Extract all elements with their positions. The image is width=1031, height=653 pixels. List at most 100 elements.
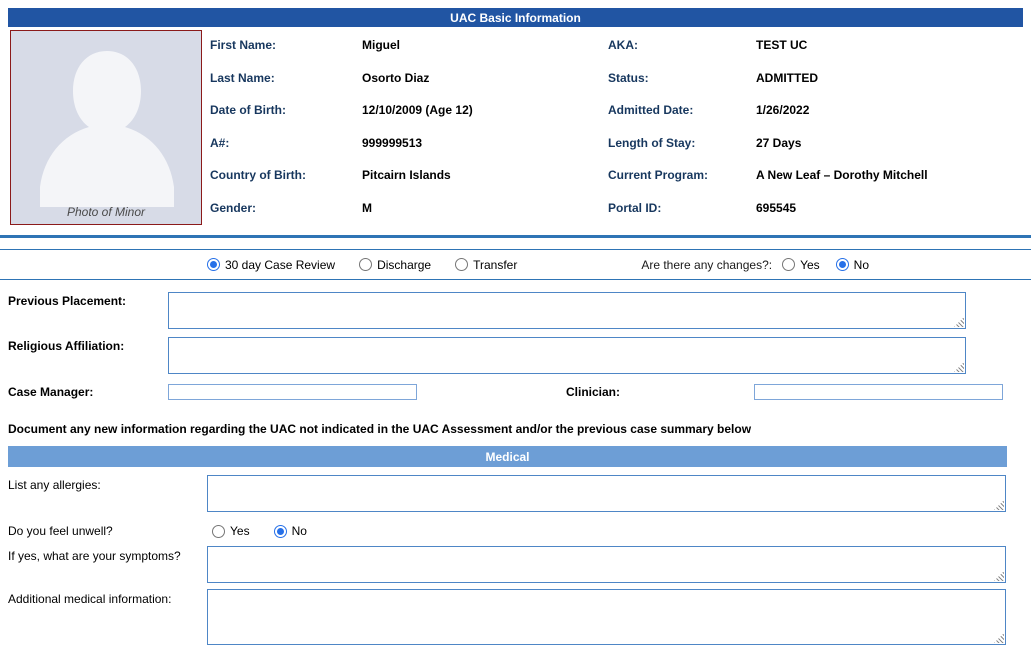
religious-affiliation-textarea[interactable] xyxy=(168,337,966,374)
thirty-day-case-review-radio[interactable] xyxy=(207,258,220,271)
portal-id-value: 695545 xyxy=(756,201,796,215)
basic-info-header: UAC Basic Information xyxy=(8,8,1023,27)
clinician-label: Clinician: xyxy=(566,385,754,399)
length-of-stay-label: Length of Stay: xyxy=(608,136,756,150)
allergies-row: List any allergies: xyxy=(8,475,1023,512)
previous-placement-field xyxy=(168,292,966,329)
symptoms-field xyxy=(207,546,1006,583)
case-manager-label: Case Manager: xyxy=(8,385,168,399)
date-of-birth-label: Date of Birth: xyxy=(210,103,362,117)
additional-medical-row: Additional medical information: xyxy=(8,589,1023,645)
field-first-name: First Name: Miguel xyxy=(210,38,602,52)
photo-caption: Photo of Minor xyxy=(11,205,201,219)
discharge-radio[interactable] xyxy=(359,258,372,271)
option-discharge[interactable]: Discharge xyxy=(359,258,431,272)
current-program-value: A New Leaf – Dorothy Mitchell xyxy=(756,168,928,182)
unwell-option-yes[interactable]: Yes xyxy=(212,524,250,538)
field-length-of-stay: Length of Stay: 27 Days xyxy=(608,136,1015,150)
allergies-textarea[interactable] xyxy=(207,475,1006,512)
transfer-radio[interactable] xyxy=(455,258,468,271)
unwell-no-label: No xyxy=(292,524,307,538)
unwell-yes-label: Yes xyxy=(230,524,250,538)
religious-affiliation-row: Religious Affiliation: xyxy=(8,337,1023,374)
field-portal-id: Portal ID: 695545 xyxy=(608,201,1015,215)
field-current-program: Current Program: A New Leaf – Dorothy Mi… xyxy=(608,168,1015,182)
field-last-name: Last Name: Osorto Diaz xyxy=(210,71,602,85)
thirty-day-case-review-label: 30 day Case Review xyxy=(225,258,335,272)
a-number-label: A#: xyxy=(210,136,362,150)
transfer-label: Transfer xyxy=(473,258,517,272)
review-type-options: 30 day Case Review Discharge Transfer xyxy=(207,258,541,272)
allergies-label: List any allergies: xyxy=(8,475,207,512)
previous-placement-textarea[interactable] xyxy=(168,292,966,329)
status-value: ADMITTED xyxy=(756,71,818,85)
document-instruction-text: Document any new information regarding t… xyxy=(8,422,1023,436)
country-of-birth-value: Pitcairn Islands xyxy=(362,168,451,182)
date-of-birth-value: 12/10/2009 (Age 12) xyxy=(362,103,473,117)
basic-info-right-column: AKA: TEST UC Status: ADMITTED Admitted D… xyxy=(608,30,1015,227)
divider xyxy=(0,279,1031,280)
uac-case-review-page: UAC Basic Information Photo of Minor Fir… xyxy=(0,0,1031,653)
a-number-value: 999999513 xyxy=(362,136,422,150)
admitted-date-value: 1/26/2022 xyxy=(756,103,809,117)
additional-medical-label: Additional medical information: xyxy=(8,589,207,645)
unwell-no-radio[interactable] xyxy=(274,525,287,538)
religious-affiliation-label: Religious Affiliation: xyxy=(8,337,168,374)
changes-no-radio[interactable] xyxy=(836,258,849,271)
medical-header: Medical xyxy=(8,446,1007,467)
last-name-value: Osorto Diaz xyxy=(362,71,429,85)
length-of-stay-value: 27 Days xyxy=(756,136,801,150)
previous-placement-row: Previous Placement: xyxy=(8,292,1023,329)
current-program-label: Current Program: xyxy=(608,168,756,182)
changes-option-no[interactable]: No xyxy=(836,258,869,272)
field-gender: Gender: M xyxy=(210,201,602,215)
symptoms-row: If yes, what are your symptoms? xyxy=(8,546,1023,583)
unwell-yes-radio[interactable] xyxy=(212,525,225,538)
status-label: Status: xyxy=(608,71,756,85)
unwell-option-no[interactable]: No xyxy=(274,524,307,538)
symptoms-label: If yes, what are your symptoms? xyxy=(8,546,207,583)
admitted-date-label: Admitted Date: xyxy=(608,103,756,117)
first-name-label: First Name: xyxy=(210,38,362,52)
gender-label: Gender: xyxy=(210,201,362,215)
unwell-row: Do you feel unwell? Yes No xyxy=(8,522,1023,540)
symptoms-textarea[interactable] xyxy=(207,546,1006,583)
changes-yes-radio[interactable] xyxy=(782,258,795,271)
additional-medical-textarea[interactable] xyxy=(207,589,1006,645)
portal-id-label: Portal ID: xyxy=(608,201,756,215)
aka-value: TEST UC xyxy=(756,38,807,52)
field-date-of-birth: Date of Birth: 12/10/2009 (Age 12) xyxy=(210,103,602,117)
option-transfer[interactable]: Transfer xyxy=(455,258,517,272)
aka-label: AKA: xyxy=(608,38,756,52)
any-changes-question: Are there any changes?: xyxy=(641,258,772,272)
last-name-label: Last Name: xyxy=(210,71,362,85)
gender-value: M xyxy=(362,201,372,215)
medical-title: Medical xyxy=(485,450,529,464)
additional-medical-field xyxy=(207,589,1006,645)
option-30-day-case-review[interactable]: 30 day Case Review xyxy=(207,258,335,272)
case-manager-input[interactable] xyxy=(168,384,417,400)
minor-photo: Photo of Minor xyxy=(10,30,202,225)
review-type-row: 30 day Case Review Discharge Transfer Ar… xyxy=(8,250,1023,279)
field-a-number: A#: 999999513 xyxy=(210,136,602,150)
basic-info-left-column: First Name: Miguel Last Name: Osorto Dia… xyxy=(210,30,602,227)
case-manager-clinician-row: Case Manager: Clinician: xyxy=(8,384,1023,400)
changes-yes-label: Yes xyxy=(800,258,820,272)
basic-info-title: UAC Basic Information xyxy=(450,11,581,25)
field-status: Status: ADMITTED xyxy=(608,71,1015,85)
any-changes-group: Are there any changes?: Yes No xyxy=(641,258,885,272)
changes-option-yes[interactable]: Yes xyxy=(782,258,820,272)
person-silhouette-icon xyxy=(11,31,202,207)
allergies-field xyxy=(207,475,1006,512)
country-of-birth-label: Country of Birth: xyxy=(210,168,362,182)
discharge-label: Discharge xyxy=(377,258,431,272)
field-country-of-birth: Country of Birth: Pitcairn Islands xyxy=(210,168,602,182)
previous-placement-label: Previous Placement: xyxy=(8,292,168,329)
field-admitted-date: Admitted Date: 1/26/2022 xyxy=(608,103,1015,117)
basic-info-section: Photo of Minor First Name: Miguel Last N… xyxy=(8,30,1023,227)
first-name-value: Miguel xyxy=(362,38,400,52)
clinician-input[interactable] xyxy=(754,384,1003,400)
divider xyxy=(0,235,1031,238)
changes-no-label: No xyxy=(854,258,869,272)
religious-affiliation-field xyxy=(168,337,966,374)
